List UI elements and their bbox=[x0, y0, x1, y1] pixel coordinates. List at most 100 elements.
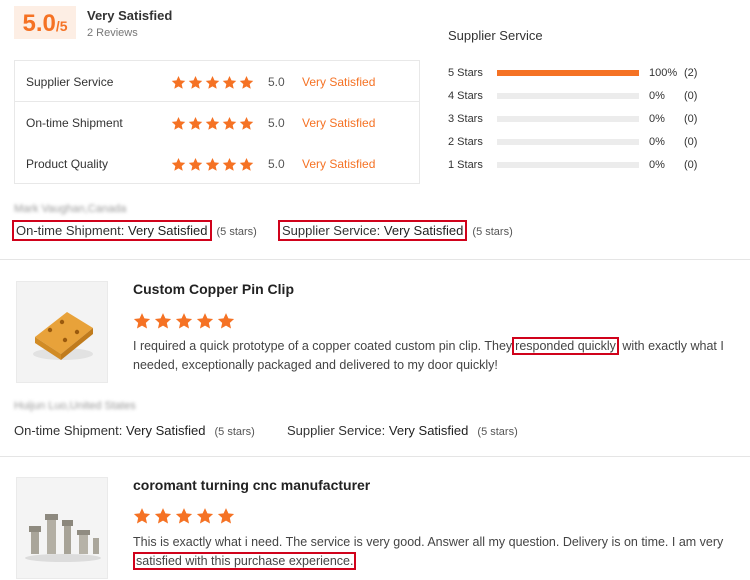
rating-stars-text: (5 stars) bbox=[214, 426, 255, 438]
category-verdict: Very Satisfied bbox=[302, 116, 376, 130]
overall-score-max: /5 bbox=[55, 18, 68, 34]
category-verdict: Very Satisfied bbox=[302, 75, 376, 89]
bar-label: 1 Stars bbox=[448, 159, 483, 171]
category-row-supplier-service: Supplier Service 5.0 Very Satisfied bbox=[26, 74, 375, 90]
bar-track bbox=[497, 70, 639, 76]
product-thumbnail[interactable] bbox=[16, 281, 108, 383]
category-name: On-time Shipment bbox=[26, 116, 123, 130]
star-icon bbox=[217, 508, 235, 524]
rating-value: Very Satisfied bbox=[128, 223, 208, 238]
star-icon bbox=[175, 508, 193, 524]
rating-stars-text: (5 stars) bbox=[472, 226, 513, 238]
breakdown-row-4[interactable]: 4 Stars 0% (0) bbox=[448, 89, 714, 103]
breakdown-row-1[interactable]: 1 Stars 0% (0) bbox=[448, 158, 714, 172]
bar-label: 3 Stars bbox=[448, 113, 483, 125]
breakdown-row-5[interactable]: 5 Stars 100% (2) bbox=[448, 66, 714, 80]
star-icon bbox=[171, 157, 186, 171]
overall-score: 5.0 bbox=[22, 10, 56, 37]
rating-label: Supplier Service: bbox=[282, 223, 381, 238]
copper-pin-clip-image bbox=[17, 282, 107, 382]
category-name: Supplier Service bbox=[26, 75, 114, 89]
rating-stars-text: (5 stars) bbox=[477, 426, 518, 438]
bar-percent: 0% bbox=[649, 136, 665, 148]
bar-count: (0) bbox=[684, 136, 698, 148]
product-thumbnail[interactable] bbox=[16, 477, 108, 579]
bar-label: 5 Stars bbox=[448, 67, 483, 79]
category-verdict: Very Satisfied bbox=[302, 157, 376, 171]
breakdown-title: Supplier Service bbox=[448, 28, 543, 43]
bar-track bbox=[497, 116, 639, 122]
star-icon bbox=[205, 157, 220, 171]
overall-score-badge: 5.0 /5 bbox=[14, 6, 76, 39]
star-icon bbox=[239, 75, 254, 89]
review-ratings: On-time Shipment: Very Satisfied (5 star… bbox=[12, 220, 257, 241]
rating-stars-text: (5 stars) bbox=[216, 226, 257, 238]
category-row-on-time-shipment: On-time Shipment 5.0 Very Satisfied bbox=[26, 115, 375, 131]
breakdown-row-2[interactable]: 2 Stars 0% (0) bbox=[448, 135, 714, 149]
bar-track bbox=[497, 162, 639, 168]
star-icon bbox=[171, 116, 186, 130]
divider bbox=[0, 456, 750, 457]
bar-fill bbox=[497, 70, 639, 76]
star-icon bbox=[133, 313, 151, 329]
product-title[interactable]: coromant turning cnc manufacturer bbox=[133, 477, 370, 493]
rating-value: Very Satisfied bbox=[383, 223, 464, 238]
breakdown-row-3[interactable]: 3 Stars 0% (0) bbox=[448, 112, 714, 126]
category-row-product-quality: Product Quality 5.0 Very Satisfied bbox=[26, 156, 375, 172]
bar-count: (2) bbox=[684, 67, 698, 79]
text-highlight: satisfied with this purchase experience. bbox=[133, 552, 357, 570]
review-text: This is exactly what i need. The service… bbox=[133, 533, 738, 571]
rating-value: Very Satisfied bbox=[126, 423, 206, 438]
star-icon bbox=[175, 313, 193, 329]
star-icon bbox=[222, 157, 237, 171]
star-rating bbox=[171, 75, 254, 90]
category-score: 5.0 bbox=[268, 157, 285, 171]
review-star-rating bbox=[133, 312, 235, 330]
star-icon bbox=[154, 508, 172, 524]
bar-percent: 0% bbox=[649, 159, 665, 171]
star-icon bbox=[222, 75, 237, 89]
rating-label: Supplier Service: bbox=[287, 423, 386, 438]
star-icon bbox=[188, 75, 203, 89]
star-icon bbox=[205, 75, 220, 89]
bar-percent: 0% bbox=[649, 90, 665, 102]
product-title[interactable]: Custom Copper Pin Clip bbox=[133, 281, 294, 297]
review-ratings-service: Supplier Service: Very Satisfied (5 star… bbox=[287, 423, 518, 438]
rating-label: On-time Shipment: bbox=[16, 223, 125, 238]
review-text: I required a quick prototype of a copper… bbox=[133, 337, 733, 375]
service-rating-highlight: Supplier Service: Very Satisfied bbox=[278, 220, 468, 241]
bar-count: (0) bbox=[684, 90, 698, 102]
star-icon bbox=[133, 508, 151, 524]
category-score: 5.0 bbox=[268, 75, 285, 89]
bar-track bbox=[497, 93, 639, 99]
cnc-parts-image bbox=[17, 478, 107, 578]
bar-count: (0) bbox=[684, 113, 698, 125]
reviewer-name: Mark Vaughan,Canada bbox=[14, 203, 127, 215]
category-score: 5.0 bbox=[268, 116, 285, 130]
star-icon bbox=[217, 313, 235, 329]
review-count: 2 Reviews bbox=[87, 27, 138, 39]
star-icon bbox=[188, 157, 203, 171]
star-icon bbox=[196, 508, 214, 524]
star-rating bbox=[171, 157, 254, 172]
review-text-part: I required a quick prototype of a copper… bbox=[133, 339, 513, 353]
star-icon bbox=[239, 116, 254, 130]
bar-track bbox=[497, 139, 639, 145]
rating-label: On-time Shipment: bbox=[14, 423, 123, 438]
star-icon bbox=[154, 313, 172, 329]
category-ratings-panel: Supplier Service 5.0 Very Satisfied On-t… bbox=[14, 60, 420, 184]
star-icon bbox=[205, 116, 220, 130]
star-icon bbox=[222, 116, 237, 130]
bar-count: (0) bbox=[684, 159, 698, 171]
rating-value: Very Satisfied bbox=[388, 423, 469, 438]
shipment-rating-highlight: On-time Shipment: Very Satisfied bbox=[12, 220, 212, 241]
bar-label: 4 Stars bbox=[448, 90, 483, 102]
divider bbox=[15, 101, 419, 102]
star-rating bbox=[171, 116, 254, 131]
star-icon bbox=[239, 157, 254, 171]
star-icon bbox=[196, 313, 214, 329]
text-highlight: responded quickly bbox=[512, 337, 619, 355]
review-star-rating bbox=[133, 507, 235, 525]
category-name: Product Quality bbox=[26, 157, 109, 171]
divider bbox=[0, 259, 750, 260]
